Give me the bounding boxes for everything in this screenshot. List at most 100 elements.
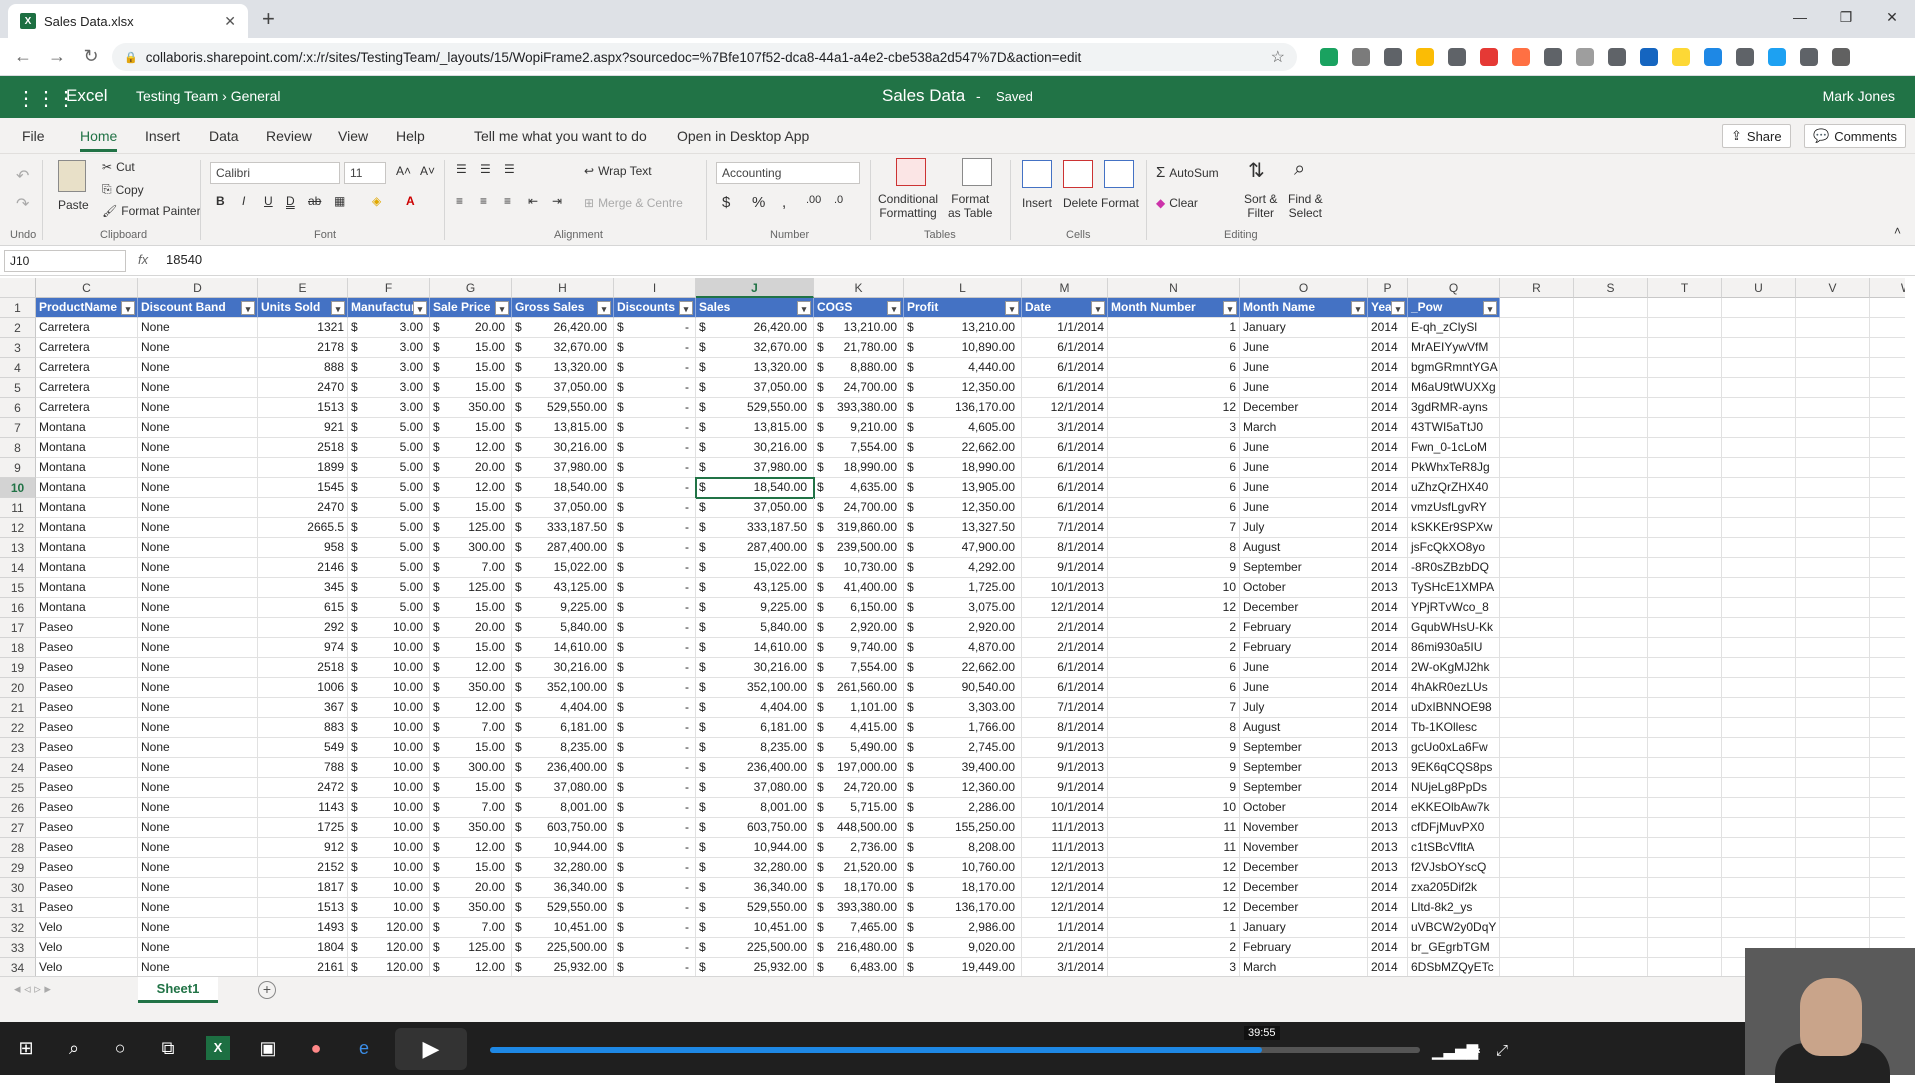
- sheet-tab-sheet1[interactable]: Sheet1: [138, 977, 218, 1003]
- cogs-cell[interactable]: $7,465.00: [814, 918, 904, 938]
- cell[interactable]: [1500, 398, 1574, 418]
- month-number-cell[interactable]: 1: [1108, 918, 1240, 938]
- discount-band-cell[interactable]: None: [138, 598, 258, 618]
- cell[interactable]: [1574, 338, 1648, 358]
- profit-cell[interactable]: $19,449.00: [904, 958, 1022, 976]
- sale-price-cell[interactable]: $20.00: [430, 878, 512, 898]
- cell[interactable]: [1500, 898, 1574, 918]
- power-cell[interactable]: zxa205Dif2k: [1408, 878, 1500, 898]
- sale-price-cell[interactable]: $350.00: [430, 678, 512, 698]
- year-cell[interactable]: 2014: [1368, 438, 1408, 458]
- cell[interactable]: [1870, 378, 1905, 398]
- discounts-cell[interactable]: $ -: [614, 438, 696, 458]
- month-number-cell[interactable]: 9: [1108, 758, 1240, 778]
- cell[interactable]: [1500, 318, 1574, 338]
- sale-price-cell[interactable]: $125.00: [430, 578, 512, 598]
- minimize-icon[interactable]: —: [1777, 0, 1823, 34]
- discounts-cell[interactable]: $ -: [614, 418, 696, 438]
- year-cell[interactable]: 2014: [1368, 938, 1408, 958]
- cell[interactable]: [1796, 378, 1870, 398]
- cell[interactable]: [1648, 478, 1722, 498]
- date-cell[interactable]: 1/1/2014: [1022, 918, 1108, 938]
- filter-dropdown-icon[interactable]: ▾: [1223, 301, 1237, 315]
- profit-cell[interactable]: $1,725.00: [904, 578, 1022, 598]
- cell[interactable]: [1574, 738, 1648, 758]
- manufacturing-cell[interactable]: $5.00: [348, 478, 430, 498]
- units-sold-cell[interactable]: 1804: [258, 938, 348, 958]
- windows-icon[interactable]: ⊞: [14, 1036, 38, 1060]
- month-name-cell[interactable]: January: [1240, 318, 1368, 338]
- product-name-cell[interactable]: Carretera: [36, 338, 138, 358]
- cell[interactable]: [1870, 898, 1905, 918]
- row-header[interactable]: 20: [0, 678, 36, 698]
- discount-band-cell[interactable]: None: [138, 558, 258, 578]
- cell[interactable]: [1574, 478, 1648, 498]
- cell[interactable]: [1574, 678, 1648, 698]
- month-name-cell[interactable]: September: [1240, 558, 1368, 578]
- row-header[interactable]: 7: [0, 418, 36, 438]
- discounts-cell[interactable]: $ -: [614, 398, 696, 418]
- sales-cell[interactable]: $333,187.50: [696, 518, 814, 538]
- power-cell[interactable]: GqubWHsU-Kk: [1408, 618, 1500, 638]
- product-name-cell[interactable]: Paseo: [36, 798, 138, 818]
- year-cell[interactable]: 2014: [1368, 478, 1408, 498]
- row-header[interactable]: 16: [0, 598, 36, 618]
- gross-sales-cell[interactable]: $36,340.00: [512, 878, 614, 898]
- product-name-cell[interactable]: Montana: [36, 478, 138, 498]
- units-sold-cell[interactable]: 2472: [258, 778, 348, 798]
- discounts-cell[interactable]: $ -: [614, 618, 696, 638]
- cell[interactable]: [1796, 778, 1870, 798]
- cell[interactable]: [1870, 598, 1905, 618]
- row-header[interactable]: 15: [0, 578, 36, 598]
- row-header[interactable]: 14: [0, 558, 36, 578]
- font-color-icon[interactable]: A: [406, 194, 415, 208]
- profit-cell[interactable]: $8,208.00: [904, 838, 1022, 858]
- power-cell[interactable]: kSKKEr9SPXw: [1408, 518, 1500, 538]
- units-sold-cell[interactable]: 912: [258, 838, 348, 858]
- table-header-cell[interactable]: Date ▾: [1022, 298, 1108, 318]
- discounts-cell[interactable]: $ -: [614, 758, 696, 778]
- power-cell[interactable]: vmzUsfLgvRY: [1408, 498, 1500, 518]
- date-cell[interactable]: 11/1/2013: [1022, 818, 1108, 838]
- product-name-cell[interactable]: Carretera: [36, 378, 138, 398]
- gross-sales-cell[interactable]: $10,944.00: [512, 838, 614, 858]
- cogs-cell[interactable]: $448,500.00: [814, 818, 904, 838]
- gross-sales-cell[interactable]: $32,670.00: [512, 338, 614, 358]
- new-tab-icon[interactable]: +: [262, 6, 275, 32]
- column-header-d[interactable]: D: [138, 278, 258, 298]
- month-number-cell[interactable]: 3: [1108, 958, 1240, 976]
- gross-sales-cell[interactable]: $529,550.00: [512, 898, 614, 918]
- manufacturing-cell[interactable]: $10.00: [348, 878, 430, 898]
- cell[interactable]: [1574, 818, 1648, 838]
- cell[interactable]: [1574, 858, 1648, 878]
- grow-font-icon[interactable]: A˄: [396, 164, 411, 178]
- gross-sales-cell[interactable]: $18,540.00: [512, 478, 614, 498]
- manufacturing-cell[interactable]: $5.00: [348, 578, 430, 598]
- cell[interactable]: [1870, 458, 1905, 478]
- discounts-cell[interactable]: $ -: [614, 498, 696, 518]
- increase-indent-icon[interactable]: ⇥: [552, 194, 562, 208]
- cell[interactable]: [1796, 438, 1870, 458]
- year-cell[interactable]: 2014: [1368, 898, 1408, 918]
- gross-sales-cell[interactable]: $37,080.00: [512, 778, 614, 798]
- year-cell[interactable]: 2013: [1368, 858, 1408, 878]
- date-cell[interactable]: 7/1/2014: [1022, 698, 1108, 718]
- row-header[interactable]: 13: [0, 538, 36, 558]
- cell[interactable]: [1500, 498, 1574, 518]
- year-cell[interactable]: 2014: [1368, 658, 1408, 678]
- cell[interactable]: [1500, 958, 1574, 976]
- format-as-table-button[interactable]: Format as Table: [948, 192, 992, 220]
- row-header[interactable]: 17: [0, 618, 36, 638]
- year-cell[interactable]: 2013: [1368, 818, 1408, 838]
- sale-price-cell[interactable]: $20.00: [430, 318, 512, 338]
- column-header-q[interactable]: Q: [1408, 278, 1500, 298]
- cell[interactable]: [1648, 938, 1722, 958]
- filter-dropdown-icon[interactable]: ▾: [679, 301, 693, 315]
- sale-price-cell[interactable]: $350.00: [430, 818, 512, 838]
- sales-cell[interactable]: $15,022.00: [696, 558, 814, 578]
- product-name-cell[interactable]: Paseo: [36, 658, 138, 678]
- filter-dropdown-icon[interactable]: ▾: [597, 301, 611, 315]
- power-cell[interactable]: eKKEOlbAw7k: [1408, 798, 1500, 818]
- cell[interactable]: [1648, 338, 1722, 358]
- increase-decimal-icon[interactable]: .00: [806, 194, 821, 206]
